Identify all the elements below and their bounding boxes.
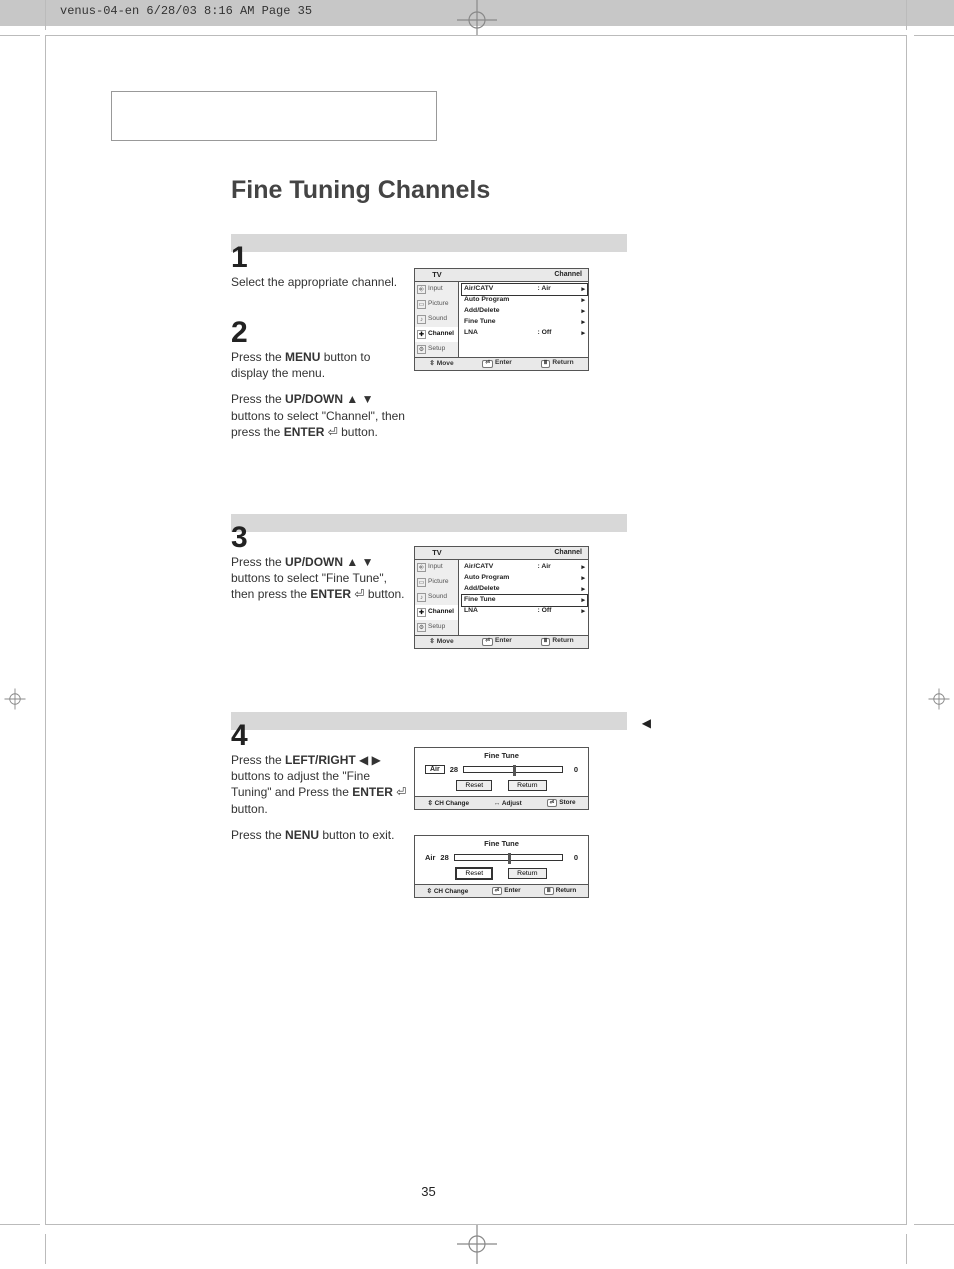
enter-icon: ⏎: [354, 587, 364, 601]
crop-mark: [914, 35, 954, 36]
section-bar: [231, 712, 627, 730]
osd-row-autoprogram: Auto Program▸: [464, 573, 585, 584]
osd-side-picture: ▭Picture: [415, 297, 458, 312]
osd-side-setup: ⚙Setup: [415, 620, 458, 635]
crop-mark: [906, 1234, 907, 1264]
osd-tv-label: TV: [415, 269, 459, 281]
step-text-4: Press the LEFT/RIGHT ◀ ▶ buttons to adju…: [231, 752, 411, 843]
crop-mark: [914, 1224, 954, 1225]
osd-side-channel: ✚Channel: [415, 605, 458, 620]
osd-side-setup: ⚙Setup: [415, 342, 458, 357]
margin-arrow-icon: ◀: [642, 716, 651, 730]
registration-mark-top: [457, 0, 497, 40]
osd-footer: ⇳ Move ⏎Enter ⅢReturn: [415, 635, 588, 648]
section-bar: [231, 514, 627, 532]
registration-mark-bottom: [457, 1224, 497, 1264]
finetune-value: 0: [568, 765, 578, 774]
step-number-1: 1: [231, 241, 248, 275]
finetune-value: 0: [568, 853, 578, 862]
finetune-reset-button: Reset: [456, 868, 492, 879]
finetune-footer: ⇳ CH Change ↔ Adjust ⏎Store: [415, 796, 588, 809]
crop-mark: [0, 1224, 40, 1225]
osd-sidebar: ⎆Input ▭Picture ♪Sound ✚Channel ⚙Setup: [415, 560, 459, 635]
osd-tv-label: TV: [415, 547, 459, 559]
crop-mark: [45, 1234, 46, 1264]
crop-mark: [45, 0, 46, 30]
osd-menu-channel-1: TV Channel ⎆Input ▭Picture ♪Sound ✚Chann…: [414, 268, 589, 371]
finetune-popup-b: Fine Tune Air 28 0 Reset Return ⇳ CH Cha…: [414, 835, 589, 898]
menu-icon: Ⅲ: [544, 887, 554, 895]
osd-row-finetune: Fine Tune▸: [464, 317, 585, 328]
osd-channel-label: Channel: [459, 547, 588, 559]
osd-side-input: ⎆Input: [415, 560, 458, 575]
step-number-4: 4: [231, 719, 248, 753]
finetune-slider: [454, 854, 563, 861]
step-text-2: Press the MENU button to display the men…: [231, 349, 411, 440]
enter-icon: ⏎: [482, 638, 493, 646]
osd-side-picture: ▭Picture: [415, 575, 458, 590]
leftright-icon: ↔: [494, 800, 500, 807]
enter-icon: ⏎: [547, 799, 558, 807]
updown-icon: ▲ ▼: [346, 555, 373, 569]
osd-footer: ⇳ Move ⏎Enter ⅢReturn: [415, 357, 588, 370]
menu-icon: Ⅲ: [541, 360, 551, 368]
page-frame: Fine Tuning Channels 1 Select the approp…: [45, 35, 907, 1225]
osd-row-adddelete: Add/Delete▸: [464, 306, 585, 317]
finetune-source: Air: [425, 853, 435, 862]
enter-icon: ⏎: [492, 887, 503, 895]
registration-mark-left: [0, 684, 30, 714]
page-number: 35: [231, 1184, 626, 1199]
enter-icon: ⏎: [482, 360, 493, 368]
finetune-source: Air: [425, 765, 445, 774]
osd-channel-label: Channel: [459, 269, 588, 281]
crop-mark: [906, 0, 907, 30]
osd-row-autoprogram: Auto Program▸: [464, 295, 585, 306]
step-text-3: Press the UP/DOWN ▲ ▼ buttons to select …: [231, 554, 411, 603]
osd-side-sound: ♪Sound: [415, 590, 458, 605]
menu-icon: Ⅲ: [541, 638, 551, 646]
osd-side-input: ⎆Input: [415, 282, 458, 297]
enter-icon: ⏎: [328, 425, 338, 439]
registration-mark-right: [924, 684, 954, 714]
finetune-return-button: Return: [508, 780, 546, 791]
osd-menu-channel-2: TV Channel ⎆Input ▭Picture ♪Sound ✚Chann…: [414, 546, 589, 649]
finetune-reset-button: Reset: [456, 780, 492, 791]
osd-sidebar: ⎆Input ▭Picture ♪Sound ✚Channel ⚙Setup: [415, 282, 459, 357]
finetune-return-button: Return: [508, 868, 546, 879]
updown-icon: ⇳: [429, 360, 435, 367]
step-text-1: Select the appropriate channel.: [231, 274, 411, 290]
osd-row-finetune: Fine Tune▸: [462, 595, 587, 606]
updown-icon: ▲ ▼: [346, 392, 373, 406]
osd-side-sound: ♪Sound: [415, 312, 458, 327]
osd-row-aircatv: Air/CATV: Air▸: [464, 562, 585, 573]
section-bar: [231, 234, 627, 252]
finetune-popup-a: Fine Tune Air 28 0 Reset Return ⇳ CH Cha…: [414, 747, 589, 810]
osd-main: Air/CATV: Air▸ Auto Program▸ Add/Delete▸…: [459, 282, 588, 357]
updown-icon: ⇳: [429, 638, 435, 645]
osd-side-channel: ✚Channel: [415, 327, 458, 342]
finetune-footer: ⇳ CH Change ⏎Enter ⅢReturn: [415, 884, 588, 897]
osd-row-lna: LNA: Off▸: [464, 606, 585, 617]
header-box-empty: [111, 91, 437, 141]
crop-mark: [0, 35, 40, 36]
page-title: Fine Tuning Channels: [231, 176, 490, 205]
osd-row-lna: LNA: Off▸: [464, 328, 585, 339]
osd-row-adddelete: Add/Delete▸: [464, 584, 585, 595]
finetune-title: Fine Tune: [415, 836, 588, 853]
updown-icon: ⇳: [427, 800, 432, 807]
updown-icon: ⇳: [427, 888, 432, 895]
finetune-title: Fine Tune: [415, 748, 588, 765]
step-number-2: 2: [231, 316, 248, 350]
osd-row-aircatv: Air/CATV: Air▸: [462, 284, 587, 295]
finetune-channel: 28: [440, 853, 448, 862]
osd-main: Air/CATV: Air▸ Auto Program▸ Add/Delete▸…: [459, 560, 588, 635]
leftright-icon: ◀ ▶: [359, 753, 381, 767]
finetune-channel: 28: [450, 765, 458, 774]
finetune-slider: [463, 766, 563, 773]
enter-icon: ⏎: [396, 785, 406, 799]
step-number-3: 3: [231, 521, 248, 555]
